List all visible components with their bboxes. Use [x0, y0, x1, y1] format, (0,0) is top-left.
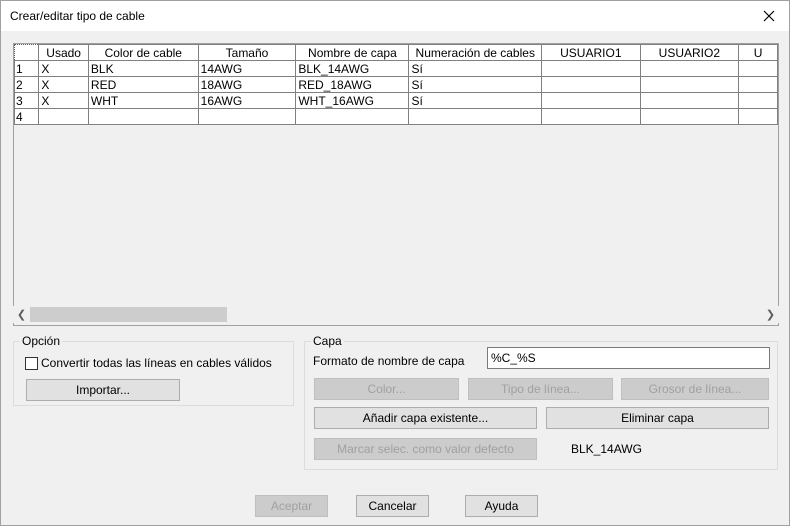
horizontal-scrollbar[interactable]: ❮ ❯: [13, 306, 779, 323]
cable-table: Usado Color de cable Tamaño Nombre de ca…: [14, 44, 778, 125]
cell-usuario1[interactable]: [541, 60, 641, 77]
cell-u[interactable]: [738, 60, 778, 77]
cell-tamano[interactable]: [197, 108, 297, 125]
cell-capa[interactable]: WHT_16AWG: [295, 92, 410, 109]
row-number[interactable]: 3: [14, 92, 40, 109]
table-row[interactable]: 2 X RED 18AWG RED_18AWG Sí: [14, 76, 778, 93]
layer-name-format-input[interactable]: %C_%S: [487, 347, 770, 369]
dialog-window: Crear/editar tipo de cable Usado Color d…: [0, 0, 790, 526]
help-button[interactable]: Ayuda: [465, 495, 538, 517]
column-header-nombre-capa[interactable]: Nombre de capa: [295, 44, 410, 61]
corner-cell[interactable]: [14, 44, 40, 61]
delete-layer-button[interactable]: Eliminar capa: [546, 407, 769, 429]
row-number[interactable]: 4: [14, 108, 40, 125]
capa-group-title: Capa: [311, 334, 344, 348]
cell-color[interactable]: RED: [87, 76, 199, 93]
column-header-numeracion[interactable]: Numeración de cables: [408, 44, 543, 61]
cell-usado[interactable]: [38, 108, 89, 125]
row-number[interactable]: 1: [14, 60, 40, 77]
opcion-group-title: Opción: [20, 334, 63, 348]
cell-tamano[interactable]: 18AWG: [197, 76, 297, 93]
default-layer-value: BLK_14AWG: [571, 442, 642, 456]
cell-color[interactable]: BLK: [87, 60, 199, 77]
scroll-left-icon[interactable]: ❮: [13, 306, 30, 323]
table-header-row: Usado Color de cable Tamaño Nombre de ca…: [14, 44, 778, 61]
cell-numeracion[interactable]: [408, 108, 543, 125]
cell-numeracion[interactable]: Sí: [408, 60, 543, 77]
cell-u[interactable]: [738, 108, 778, 125]
scrollbar-thumb[interactable]: [30, 307, 227, 322]
cell-u[interactable]: [738, 92, 778, 109]
linetype-button[interactable]: Tipo de línea...: [468, 378, 613, 400]
window-title: Crear/editar tipo de cable: [10, 9, 145, 23]
cell-capa[interactable]: [295, 108, 410, 125]
cell-numeracion[interactable]: Sí: [408, 76, 543, 93]
import-button[interactable]: Importar...: [26, 379, 180, 401]
lineweight-button[interactable]: Grosor de línea...: [621, 378, 769, 400]
table-row[interactable]: 1 X BLK 14AWG BLK_14AWG Sí: [14, 60, 778, 77]
layer-name-format-label: Formato de nombre de capa: [313, 354, 465, 368]
mark-default-button[interactable]: Marcar selec. como valor defecto: [314, 438, 537, 460]
column-header-usado[interactable]: Usado: [38, 44, 89, 61]
title-bar: Crear/editar tipo de cable: [1, 1, 789, 31]
cable-type-grid[interactable]: Usado Color de cable Tamaño Nombre de ca…: [13, 43, 779, 326]
accept-button[interactable]: Aceptar: [255, 495, 328, 517]
cell-usuario2[interactable]: [639, 108, 740, 125]
column-header-u[interactable]: U: [738, 44, 778, 61]
cell-usado[interactable]: X: [38, 60, 89, 77]
cell-capa[interactable]: RED_18AWG: [295, 76, 410, 93]
cell-numeracion[interactable]: Sí: [408, 92, 543, 109]
column-header-tamano[interactable]: Tamaño: [197, 44, 297, 61]
cell-usuario1[interactable]: [541, 92, 641, 109]
cell-usuario1[interactable]: [541, 76, 641, 93]
cell-color[interactable]: [87, 108, 199, 125]
cell-usuario2[interactable]: [639, 92, 740, 109]
column-header-usuario2[interactable]: USUARIO2: [639, 44, 740, 61]
cell-capa[interactable]: BLK_14AWG: [295, 60, 410, 77]
convert-lines-label[interactable]: Convertir todas las líneas en cables vál…: [41, 356, 272, 370]
color-button[interactable]: Color...: [314, 378, 459, 400]
cell-usuario2[interactable]: [639, 76, 740, 93]
close-button[interactable]: [749, 1, 789, 31]
close-icon: [763, 10, 775, 22]
column-header-color[interactable]: Color de cable: [87, 44, 199, 61]
cancel-button[interactable]: Cancelar: [356, 495, 429, 517]
table-row[interactable]: 3 X WHT 16AWG WHT_16AWG Sí: [14, 92, 778, 109]
add-existing-layer-button[interactable]: Añadir capa existente...: [314, 407, 537, 429]
cell-usuario1[interactable]: [541, 108, 641, 125]
row-number[interactable]: 2: [14, 76, 40, 93]
cell-usuario2[interactable]: [639, 60, 740, 77]
cell-tamano[interactable]: 14AWG: [197, 60, 297, 77]
convert-lines-checkbox[interactable]: [25, 357, 38, 370]
scroll-right-icon[interactable]: ❯: [762, 306, 779, 323]
cell-u[interactable]: [738, 76, 778, 93]
table-row[interactable]: 4: [14, 108, 778, 125]
cell-tamano[interactable]: 16AWG: [197, 92, 297, 109]
cell-color[interactable]: WHT: [87, 92, 199, 109]
cell-usado[interactable]: X: [38, 92, 89, 109]
cell-usado[interactable]: X: [38, 76, 89, 93]
column-header-usuario1[interactable]: USUARIO1: [541, 44, 641, 61]
